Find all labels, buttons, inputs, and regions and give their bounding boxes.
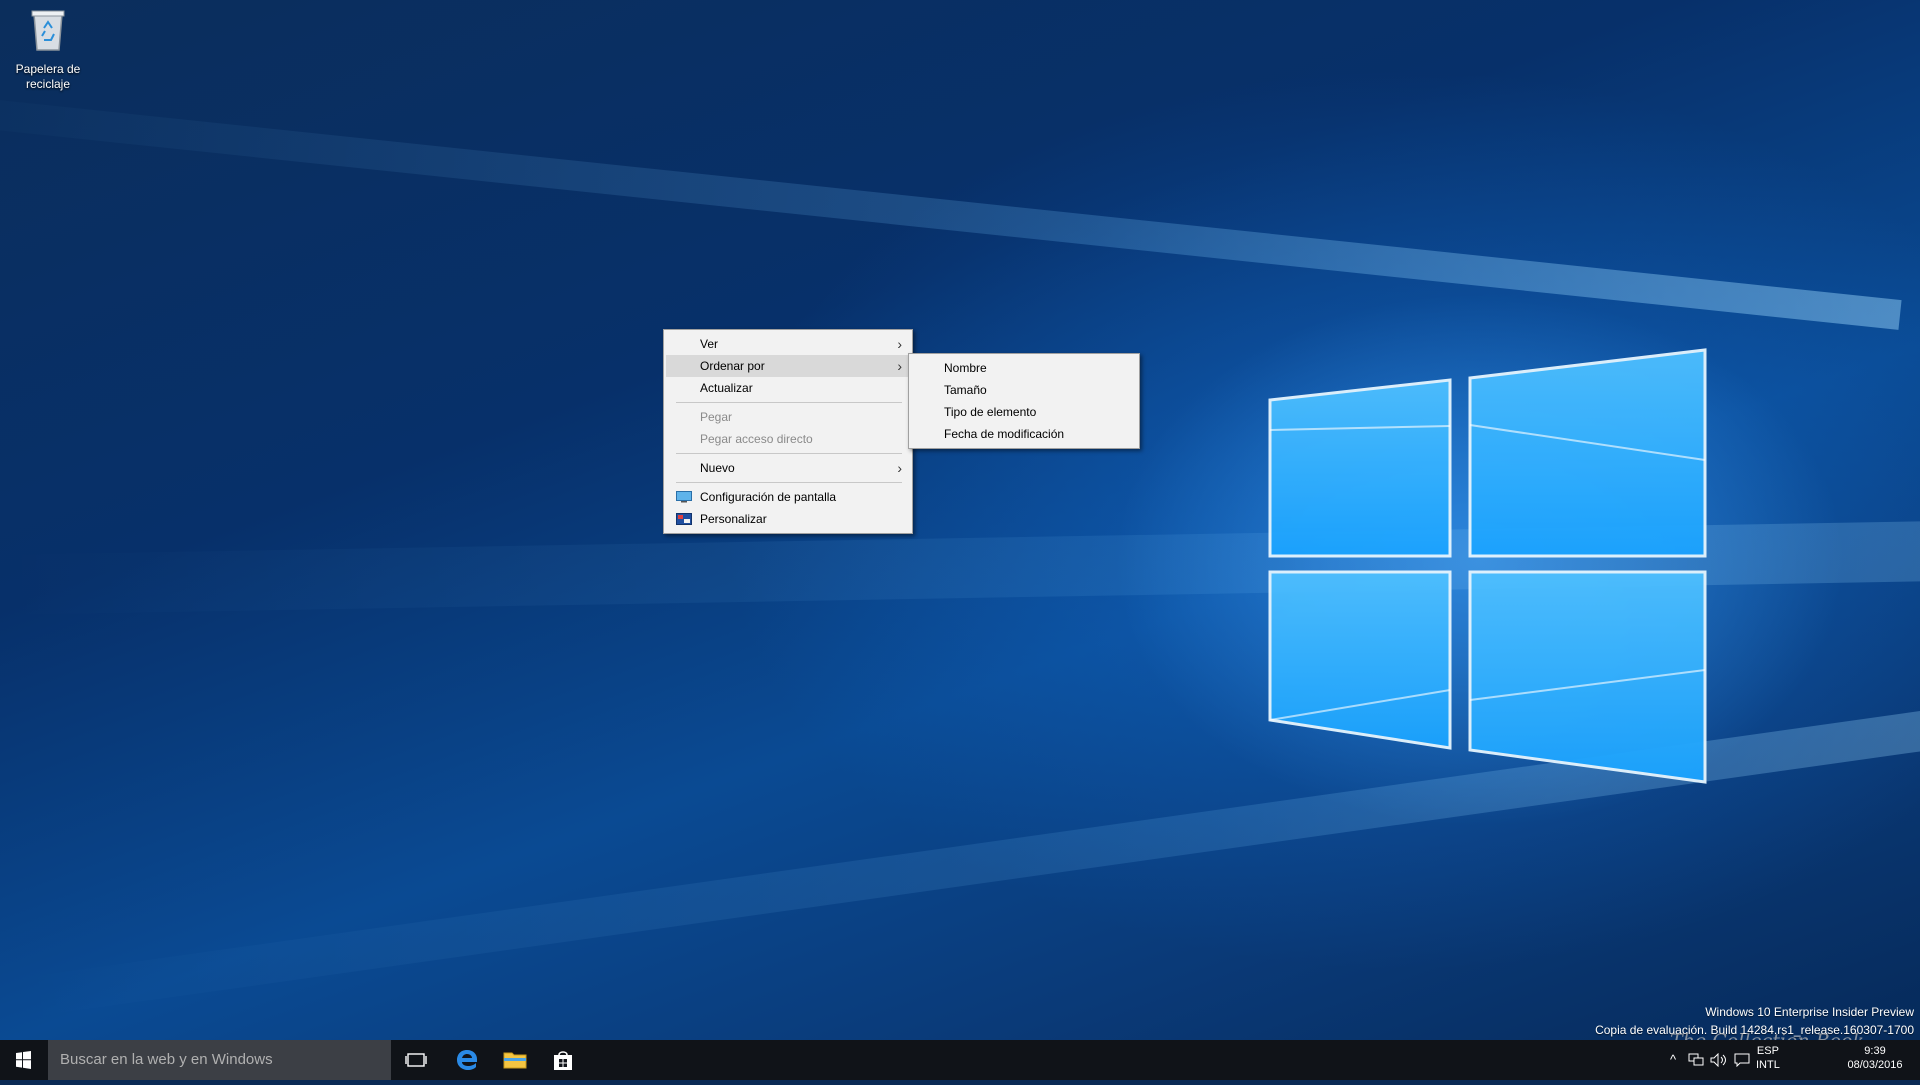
desktop-context-menu: Ver › Ordenar por › Actualizar Pegar Peg… <box>663 329 913 534</box>
sort-by-submenu: Nombre Tamaño Tipo de elemento Fecha de … <box>908 353 1140 449</box>
keyboard-layout-label: INTL <box>1756 1059 1780 1071</box>
clock[interactable]: 9:39 08/03/2016 <box>1840 1044 1910 1072</box>
menu-item-personalize[interactable]: Personalizar <box>666 508 910 530</box>
menu-separator <box>676 402 902 403</box>
show-hidden-icons-chevron-icon[interactable]: ^ <box>1670 1052 1676 1067</box>
light-beam <box>0 91 1902 330</box>
menu-item-paste-label: Pegar <box>700 410 733 424</box>
submenu-item-date-modified[interactable]: Fecha de modificación <box>911 423 1137 445</box>
recycle-bin-label-line2: reciclaje <box>25 77 70 91</box>
system-tray: ^ ESP INTL 9:39 08/03/2016 <box>1660 1040 1920 1080</box>
start-button[interactable] <box>0 1040 48 1080</box>
menu-item-paste-shortcut-label: Pegar acceso directo <box>700 432 813 446</box>
submenu-item-item-type[interactable]: Tipo de elemento <box>911 401 1137 423</box>
recycle-bin-icon <box>31 10 65 51</box>
menu-separator <box>676 482 902 483</box>
chevron-right-icon: › <box>897 460 902 476</box>
task-view-button[interactable] <box>392 1040 440 1080</box>
menu-item-refresh[interactable]: Actualizar <box>666 377 910 399</box>
menu-item-sort-by-label: Ordenar por <box>700 359 765 373</box>
display-settings-icon <box>676 491 692 503</box>
personalize-icon <box>676 513 692 525</box>
submenu-item-name[interactable]: Nombre <box>911 357 1137 379</box>
menu-item-paste: Pegar <box>666 406 910 428</box>
menu-item-view-label: Ver <box>700 337 719 351</box>
clock-time: 9:39 <box>1864 1045 1886 1057</box>
clock-date: 08/03/2016 <box>1847 1059 1903 1071</box>
volume-icon[interactable] <box>1710 1053 1728 1067</box>
network-icon[interactable] <box>1688 1053 1704 1067</box>
menu-item-sort-by[interactable]: Ordenar por › <box>666 355 910 377</box>
task-view-icon <box>405 1053 427 1067</box>
menu-item-display-settings-label: Configuración de pantalla <box>700 490 837 504</box>
menu-item-new[interactable]: Nuevo › <box>666 457 910 479</box>
menu-item-refresh-label: Actualizar <box>700 381 753 395</box>
menu-separator <box>676 453 902 454</box>
windows-logo-icon <box>1268 348 1707 784</box>
search-input[interactable]: Buscar en la web y en Windows <box>48 1040 391 1080</box>
recycle-bin[interactable]: Papelera de reciclaje <box>8 6 88 92</box>
menu-item-display-settings[interactable]: Configuración de pantalla <box>666 486 910 508</box>
taskbar: Buscar en la web y en Windows ^ ESP INTL… <box>0 1040 1920 1080</box>
folder-icon <box>503 1052 527 1069</box>
language-label: ESP <box>1756 1045 1779 1057</box>
edge-icon <box>457 1050 477 1070</box>
menu-item-paste-shortcut: Pegar acceso directo <box>666 428 910 450</box>
edge-taskbar-button[interactable] <box>443 1040 491 1080</box>
menu-item-view[interactable]: Ver › <box>666 333 910 355</box>
store-taskbar-button[interactable] <box>539 1040 587 1080</box>
input-language-indicator[interactable]: ESP INTL <box>1756 1044 1780 1072</box>
action-center-icon[interactable] <box>1734 1053 1750 1067</box>
store-bag-icon <box>554 1051 572 1070</box>
watermark-edition: Windows 10 Enterprise Insider Preview <box>1705 1005 1914 1019</box>
chevron-right-icon: › <box>897 336 902 352</box>
windows-start-icon <box>16 1051 31 1069</box>
menu-item-personalize-label: Personalizar <box>700 512 767 526</box>
desktop-wallpaper[interactable]: Papelera de reciclaje Ver › Ordenar por … <box>0 0 1920 1040</box>
menu-item-new-label: Nuevo <box>700 461 735 475</box>
chevron-right-icon: › <box>897 358 902 374</box>
recycle-bin-label-line1: Papelera de <box>15 62 81 76</box>
file-explorer-taskbar-button[interactable] <box>491 1040 539 1080</box>
search-placeholder: Buscar en la web y en Windows <box>60 1051 273 1068</box>
submenu-item-size[interactable]: Tamaño <box>911 379 1137 401</box>
